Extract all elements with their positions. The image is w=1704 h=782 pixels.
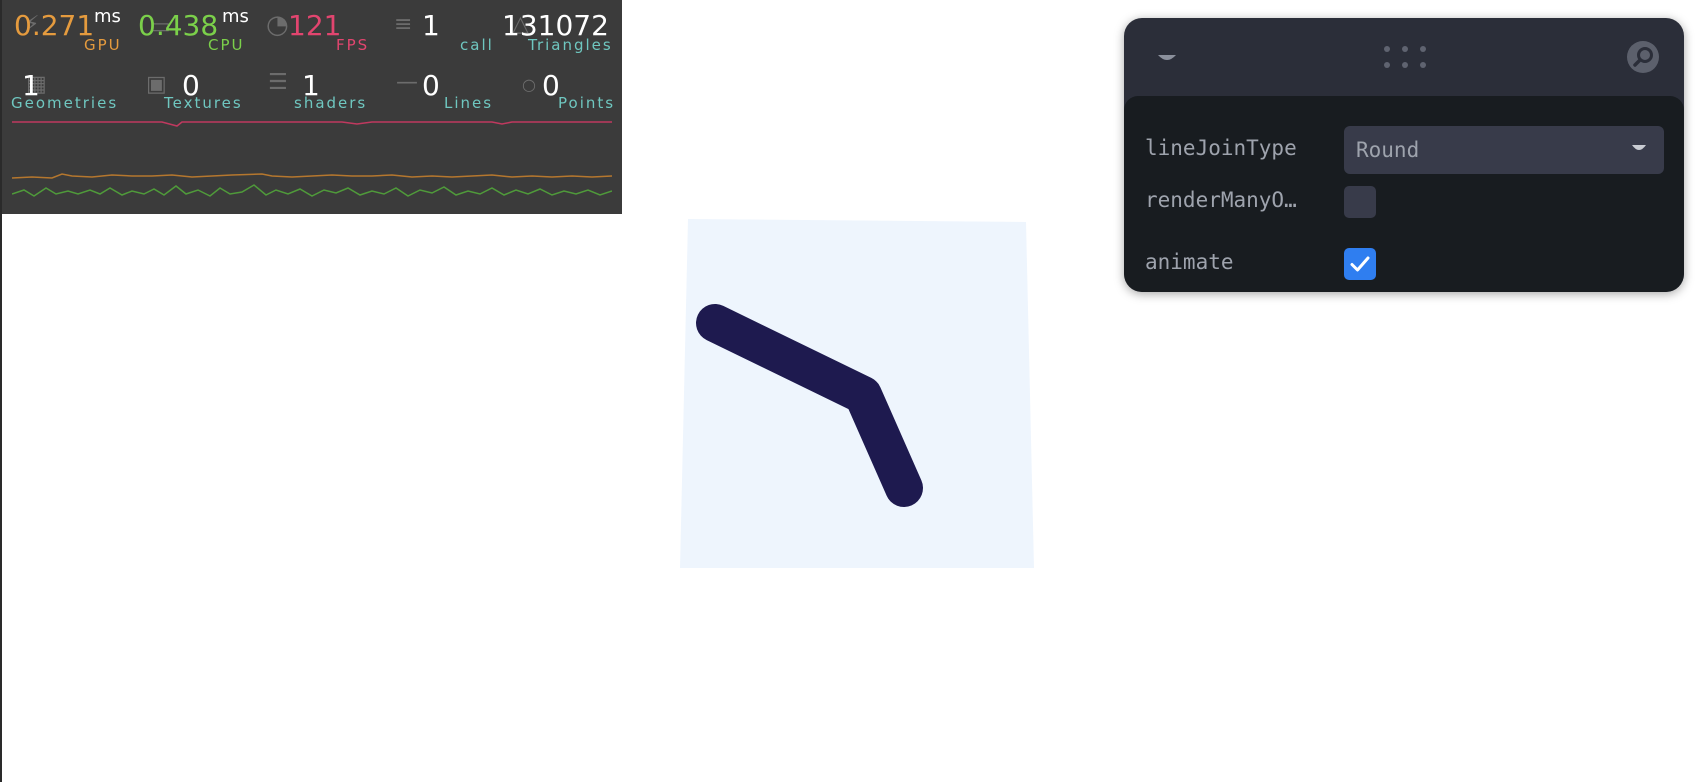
checkmark-icon [1350,256,1370,272]
line-join-type-value: Round [1356,138,1420,162]
point-icon: ○ [522,75,536,94]
lines-value: 0 [422,69,440,102]
cpu-time-value: 0.438 [138,9,219,42]
dropdown-arrow-icon [1632,145,1646,150]
shader-list-icon: ☰ [268,70,288,95]
chevron-down-icon[interactable] [1154,46,1180,72]
perf-graphs [12,121,612,197]
render-many-label: renderManyO… [1145,188,1297,212]
fps-graph [12,121,612,127]
animate-label: animate [1145,250,1234,274]
perf-monitor: ⚡ 0.271 ms GPU ▭ 0.438 ms CPU ◔ 121 FPS … [2,0,622,214]
calls-icon: ≡ [394,12,413,37]
line-join-type-select[interactable]: Round [1344,126,1664,174]
control-row-animate: animate [1124,246,1684,292]
cpu-label: CPU [208,36,245,54]
drag-handle-icon[interactable] [1382,44,1428,70]
gpu-time-unit: ms [94,6,121,27]
line-icon: — [396,70,418,95]
fps-label: FPS [336,36,370,54]
search-icon[interactable] [1626,40,1660,74]
calls-value: 1 [422,9,440,42]
control-row-line-join-type: lineJoinType Round [1124,126,1684,176]
textures-label: Textures [164,94,243,112]
stopwatch-icon: ◔ [266,10,289,40]
control-row-render-many: renderManyO… [1124,184,1684,234]
animate-checkbox[interactable] [1344,248,1376,280]
lines-label: Lines [444,94,494,112]
shaders-label: shaders [294,94,368,112]
webgl-canvas[interactable] [660,215,1040,575]
gpu-time-value: 0.271 [14,9,95,42]
gpu-graph [12,173,612,179]
line-join-type-label: lineJoinType [1145,136,1297,160]
cpu-graph [12,184,612,197]
points-label: Points [558,94,616,112]
calls-label: call [460,36,494,54]
image-icon: ▣ [146,72,167,97]
render-many-checkbox[interactable] [1344,186,1376,218]
fps-value: 121 [288,9,342,42]
gui-panel: lineJoinType Round renderManyO… animate [1124,18,1684,292]
geometries-label: Geometries [11,94,119,112]
panel-body: lineJoinType Round renderManyO… animate [1124,96,1684,292]
cpu-time-unit: ms [222,6,249,27]
panel-header [1124,18,1684,98]
gpu-label: GPU [84,36,122,54]
triangles-label: Triangles [528,36,613,54]
